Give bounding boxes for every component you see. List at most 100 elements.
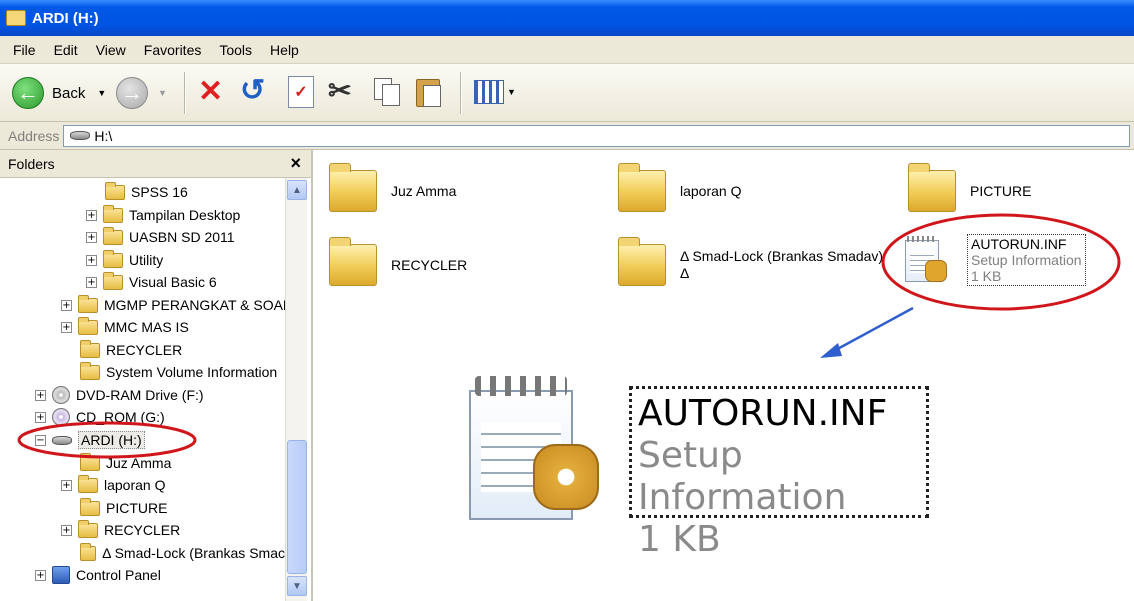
cut-icon[interactable]: ✂ — [328, 74, 351, 107]
tree-item-label: Δ Smad-Lock (Brankas Smac — [102, 545, 285, 561]
paste-icon[interactable] — [414, 75, 444, 109]
properties-icon[interactable]: ✓ — [288, 76, 314, 108]
folder-item[interactable]: Juz Amma — [329, 163, 456, 212]
folder-icon — [6, 10, 26, 26]
folder-icon — [78, 519, 98, 538]
file-type: Setup Information — [971, 252, 1082, 268]
expand-icon[interactable]: + — [86, 276, 97, 288]
folder-icon — [80, 339, 100, 358]
tree-item[interactable]: SPSS 16 — [105, 181, 188, 203]
scroll-up-icon[interactable]: ▲ — [287, 180, 307, 200]
cd-drive-icon — [52, 408, 70, 426]
tree-item-label: MMC MAS IS — [104, 319, 189, 335]
toolbar-separator — [460, 72, 462, 114]
folder-item[interactable]: laporan Q — [618, 163, 741, 212]
title-bar: ARDI (H:) — [0, 0, 1134, 36]
expand-icon[interactable]: + — [86, 231, 97, 243]
folder-icon — [80, 497, 100, 516]
collapse-icon[interactable]: − — [35, 434, 46, 446]
tree-item[interactable]: + Control Panel — [35, 564, 161, 586]
tree-item[interactable]: + UASBN SD 2011 — [86, 226, 235, 248]
tree-item[interactable]: + Visual Basic 6 — [86, 271, 217, 293]
forward-button[interactable]: → ▼ — [116, 77, 167, 109]
setup-information-icon-enlarged — [455, 370, 615, 530]
address-value: H:\ — [94, 127, 113, 144]
file-size-enlarged: 1 KB — [638, 519, 721, 560]
chevron-down-icon[interactable]: ▼ — [97, 88, 106, 98]
folder-icon — [329, 237, 377, 286]
folder-icon — [618, 237, 666, 286]
tree-item[interactable]: + DVD-RAM Drive (F:) — [35, 384, 204, 406]
tree-item[interactable]: + MGMP PERANGKAT & SOAL — [61, 294, 291, 316]
back-button[interactable]: ← Back ▼ — [12, 77, 106, 109]
tree-item[interactable]: + Tampilan Desktop — [86, 204, 240, 226]
folder-icon — [78, 474, 98, 493]
tree-item[interactable]: RECYCLER — [80, 339, 182, 361]
expand-icon[interactable]: + — [35, 569, 46, 581]
tree-item-label: Juz Amma — [106, 455, 172, 471]
expand-icon[interactable]: + — [61, 479, 72, 491]
folder-icon — [618, 163, 666, 212]
expand-icon[interactable]: + — [86, 254, 97, 266]
tree-item[interactable]: + MMC MAS IS — [61, 316, 189, 338]
undo-icon[interactable]: ↺ — [240, 73, 265, 108]
folder-icon — [78, 316, 98, 335]
tree-item[interactable]: Juz Amma — [80, 452, 171, 474]
address-input[interactable]: H:\ — [63, 124, 1130, 147]
expand-icon[interactable]: + — [35, 389, 46, 401]
expand-icon[interactable]: + — [61, 524, 72, 536]
tree-item-label: Utility — [129, 252, 164, 268]
item-label: PICTURE — [970, 182, 1032, 199]
scroll-thumb[interactable] — [287, 440, 307, 574]
expand-icon[interactable]: + — [61, 321, 72, 333]
menu-view[interactable]: View — [87, 42, 135, 58]
tree-item[interactable]: + laporan Q — [61, 474, 165, 496]
folder-icon — [103, 271, 123, 290]
close-icon[interactable]: × — [290, 153, 301, 174]
folder-item[interactable]: Δ Smad-Lock (Brankas Smadav) Δ — [618, 237, 883, 286]
autorun-file-item[interactable]: AUTORUN.INF Setup Information 1 KB — [903, 234, 1086, 286]
folder-icon — [103, 204, 123, 223]
tree-item[interactable]: System Volume Information — [80, 361, 277, 383]
tree-item[interactable]: + CD_ROM (G:) — [35, 406, 165, 428]
menu-bar: File Edit View Favorites Tools Help — [0, 36, 1134, 64]
views-button[interactable]: ▼ — [474, 80, 516, 104]
tree-item-label: laporan Q — [104, 477, 166, 493]
folder-item[interactable]: PICTURE — [908, 163, 1032, 212]
scrollbar[interactable]: ▲ ▼ — [285, 178, 307, 601]
folder-icon — [80, 361, 100, 380]
expand-icon[interactable]: + — [86, 209, 97, 221]
menu-tools[interactable]: Tools — [210, 42, 261, 58]
folder-icon — [78, 294, 98, 313]
folders-pane: Folders × SPSS 16 + Tampilan Desktop + U… — [0, 150, 313, 601]
tree-item-label: Visual Basic 6 — [129, 274, 217, 290]
tree-item[interactable]: + Utility — [86, 249, 163, 271]
menu-edit[interactable]: Edit — [45, 42, 87, 58]
menu-help[interactable]: Help — [261, 42, 308, 58]
folder-item[interactable]: RECYCLER — [329, 237, 467, 286]
toolbar: ← Back ▼ → ▼ ✕ ↺ ✓ ✂ ▼ — [0, 64, 1134, 122]
chevron-down-icon[interactable]: ▼ — [158, 88, 167, 98]
delete-icon[interactable]: ✕ — [198, 74, 223, 109]
removable-drive-icon — [52, 435, 72, 445]
folder-icon — [80, 452, 100, 471]
tree-item-label: RECYCLER — [106, 342, 183, 358]
file-name: AUTORUN.INF — [971, 236, 1067, 252]
dvd-drive-icon — [52, 386, 70, 404]
tree-item-label: MGMP PERANGKAT & SOAL — [104, 297, 291, 313]
address-bar: Address H:\ — [0, 122, 1134, 150]
tree-item-label: ARDI (H:) — [78, 431, 145, 449]
file-name-enlarged: AUTORUN.INF — [638, 393, 888, 434]
file-list: Juz Amma laporan Q PICTURE RECYCLER Δ Sm… — [315, 150, 1134, 601]
tree-item-selected[interactable]: − ARDI (H:) — [35, 429, 145, 451]
menu-favorites[interactable]: Favorites — [135, 42, 211, 58]
expand-icon[interactable]: + — [35, 411, 46, 423]
scroll-down-icon[interactable]: ▼ — [287, 576, 307, 596]
tree-item[interactable]: + RECYCLER — [61, 519, 180, 541]
tree-item[interactable]: Δ Smad-Lock (Brankas Smac — [80, 542, 285, 564]
tree-item[interactable]: PICTURE — [80, 497, 167, 519]
menu-file[interactable]: File — [4, 42, 45, 58]
copy-icon[interactable] — [372, 76, 402, 108]
folders-header: Folders × — [0, 150, 311, 178]
expand-icon[interactable]: + — [61, 299, 72, 311]
